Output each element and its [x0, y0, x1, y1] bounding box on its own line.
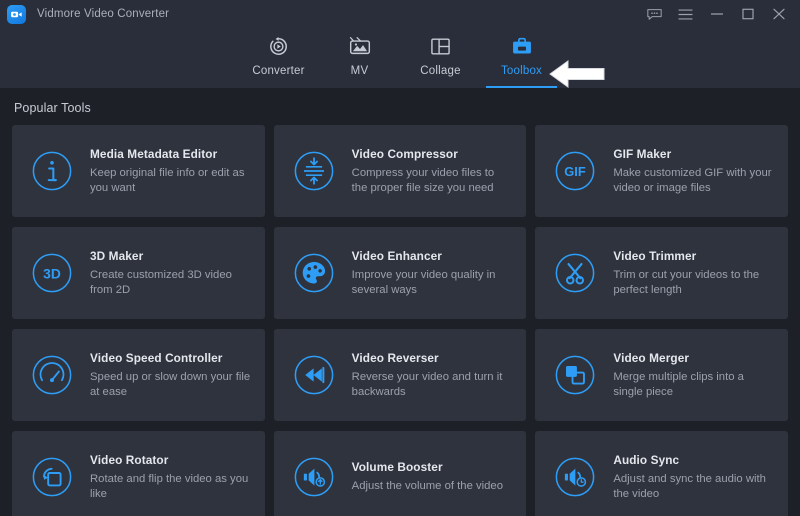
speaker-up-icon	[292, 455, 336, 499]
tool-card-text: Video Enhancer Improve your video qualit…	[352, 249, 513, 298]
tool-card-video-compressor[interactable]: Video Compressor Compress your video fil…	[274, 125, 527, 217]
tool-card-text: Video Trimmer Trim or cut your videos to…	[613, 249, 774, 298]
tab-collage-label: Collage	[420, 65, 460, 77]
tool-card-video-reverser[interactable]: Video Reverser Reverse your video and tu…	[274, 329, 527, 421]
title-bar: Vidmore Video Converter	[0, 0, 800, 28]
tool-card-text: Volume Booster Adjust the volume of the …	[352, 460, 503, 494]
3d-text-icon: 3D	[30, 251, 74, 295]
tool-card-video-enhancer[interactable]: Video Enhancer Improve your video qualit…	[274, 227, 527, 319]
nav-tab-list: Converter MV	[238, 28, 562, 88]
tool-description: Make customized GIF with your video or i…	[613, 166, 774, 196]
tool-description: Reverse your video and turn it backwards	[352, 370, 513, 400]
tool-card-text: Media Metadata Editor Keep original file…	[90, 147, 251, 196]
hamburger-menu-icon	[678, 8, 693, 21]
tool-card-audio-sync[interactable]: Audio Sync Adjust and sync the audio wit…	[535, 431, 788, 516]
tab-toolbox[interactable]: Toolbox	[481, 28, 562, 88]
tool-title: Volume Booster	[352, 460, 503, 474]
toolbox-icon	[511, 33, 533, 59]
tab-collage[interactable]: Collage	[400, 28, 481, 88]
main-navigation: Converter MV	[0, 28, 800, 88]
minimize-icon	[710, 8, 724, 20]
tool-card-text: GIF Maker Make customized GIF with your …	[613, 147, 774, 196]
speaker-clock-icon	[553, 455, 597, 499]
tool-title: Video Merger	[613, 351, 774, 365]
tool-title: Video Enhancer	[352, 249, 513, 263]
tool-description: Compress your video files to the proper …	[352, 166, 513, 196]
rewind-icon	[292, 353, 336, 397]
tool-description: Speed up or slow down your file at ease	[90, 370, 251, 400]
tool-description: Keep original file info or edit as you w…	[90, 166, 251, 196]
tool-description: Adjust and sync the audio with the video	[613, 472, 774, 502]
svg-text:3D: 3D	[43, 265, 61, 281]
feedback-button[interactable]	[639, 1, 670, 27]
mv-icon	[349, 33, 371, 59]
palette-icon	[292, 251, 336, 295]
close-button[interactable]	[763, 1, 794, 27]
toolbox-content: Popular Tools Media Metadata Editor Keep…	[0, 88, 800, 516]
compress-icon	[292, 149, 336, 193]
chat-bubble-icon	[647, 8, 662, 21]
tool-card-3d-maker[interactable]: 3D 3D Maker Create customized 3D video f…	[12, 227, 265, 319]
tool-title: Media Metadata Editor	[90, 147, 251, 161]
close-icon	[772, 8, 786, 20]
tool-card-text: Video Reverser Reverse your video and tu…	[352, 351, 513, 400]
collage-icon	[430, 33, 451, 59]
tool-title: Video Speed Controller	[90, 351, 251, 365]
minimize-button[interactable]	[701, 1, 732, 27]
tab-toolbox-label: Toolbox	[501, 65, 542, 77]
tool-card-text: Video Merger Merge multiple clips into a…	[613, 351, 774, 400]
tool-card-video-merger[interactable]: Video Merger Merge multiple clips into a…	[535, 329, 788, 421]
tool-card-volume-booster[interactable]: Volume Booster Adjust the volume of the …	[274, 431, 527, 516]
tool-card-video-rotator[interactable]: Video Rotator Rotate and flip the video …	[12, 431, 265, 516]
tool-card-text: Video Speed Controller Speed up or slow …	[90, 351, 251, 400]
tool-title: Video Rotator	[90, 453, 251, 467]
maximize-button[interactable]	[732, 1, 763, 27]
tool-description: Adjust the volume of the video	[352, 479, 503, 494]
window-controls	[639, 1, 794, 27]
maximize-icon	[741, 8, 755, 20]
gif-text-icon: GIF	[553, 149, 597, 193]
tool-title: Video Reverser	[352, 351, 513, 365]
tool-title: 3D Maker	[90, 249, 251, 263]
tool-card-text: Audio Sync Adjust and sync the audio wit…	[613, 453, 774, 502]
svg-text:GIF: GIF	[565, 164, 587, 179]
speedometer-icon	[30, 353, 74, 397]
tool-card-text: 3D Maker Create customized 3D video from…	[90, 249, 251, 298]
tool-card-media-metadata-editor[interactable]: Media Metadata Editor Keep original file…	[12, 125, 265, 217]
tab-converter[interactable]: Converter	[238, 28, 319, 88]
app-logo	[7, 5, 26, 24]
tool-title: GIF Maker	[613, 147, 774, 161]
tool-title: Video Trimmer	[613, 249, 774, 263]
tool-title: Video Compressor	[352, 147, 513, 161]
menu-button[interactable]	[670, 1, 701, 27]
tool-description: Merge multiple clips into a single piece	[613, 370, 774, 400]
tool-description: Create customized 3D video from 2D	[90, 268, 251, 298]
video-camera-icon	[10, 8, 23, 21]
scissors-icon	[553, 251, 597, 295]
tool-card-text: Video Compressor Compress your video fil…	[352, 147, 513, 196]
tool-card-text: Video Rotator Rotate and flip the video …	[90, 453, 251, 502]
rotate-icon	[30, 455, 74, 499]
tool-card-video-speed-controller[interactable]: Video Speed Controller Speed up or slow …	[12, 329, 265, 421]
tab-converter-label: Converter	[252, 65, 304, 77]
tool-description: Trim or cut your videos to the perfect l…	[613, 268, 774, 298]
tool-description: Improve your video quality in several wa…	[352, 268, 513, 298]
tool-card-video-trimmer[interactable]: Video Trimmer Trim or cut your videos to…	[535, 227, 788, 319]
app-title: Vidmore Video Converter	[37, 8, 169, 20]
merge-squares-icon	[553, 353, 597, 397]
section-title: Popular Tools	[12, 88, 788, 125]
tab-mv-label: MV	[351, 65, 369, 77]
tab-mv[interactable]: MV	[319, 28, 400, 88]
tool-card-gif-maker[interactable]: GIF GIF Maker Make customized GIF with y…	[535, 125, 788, 217]
tools-grid: Media Metadata Editor Keep original file…	[12, 125, 788, 516]
info-circle-icon	[30, 149, 74, 193]
application-window: Vidmore Video Converter	[0, 0, 800, 516]
tool-description: Rotate and flip the video as you like	[90, 472, 251, 502]
tool-title: Audio Sync	[613, 453, 774, 467]
converter-icon	[268, 33, 289, 59]
